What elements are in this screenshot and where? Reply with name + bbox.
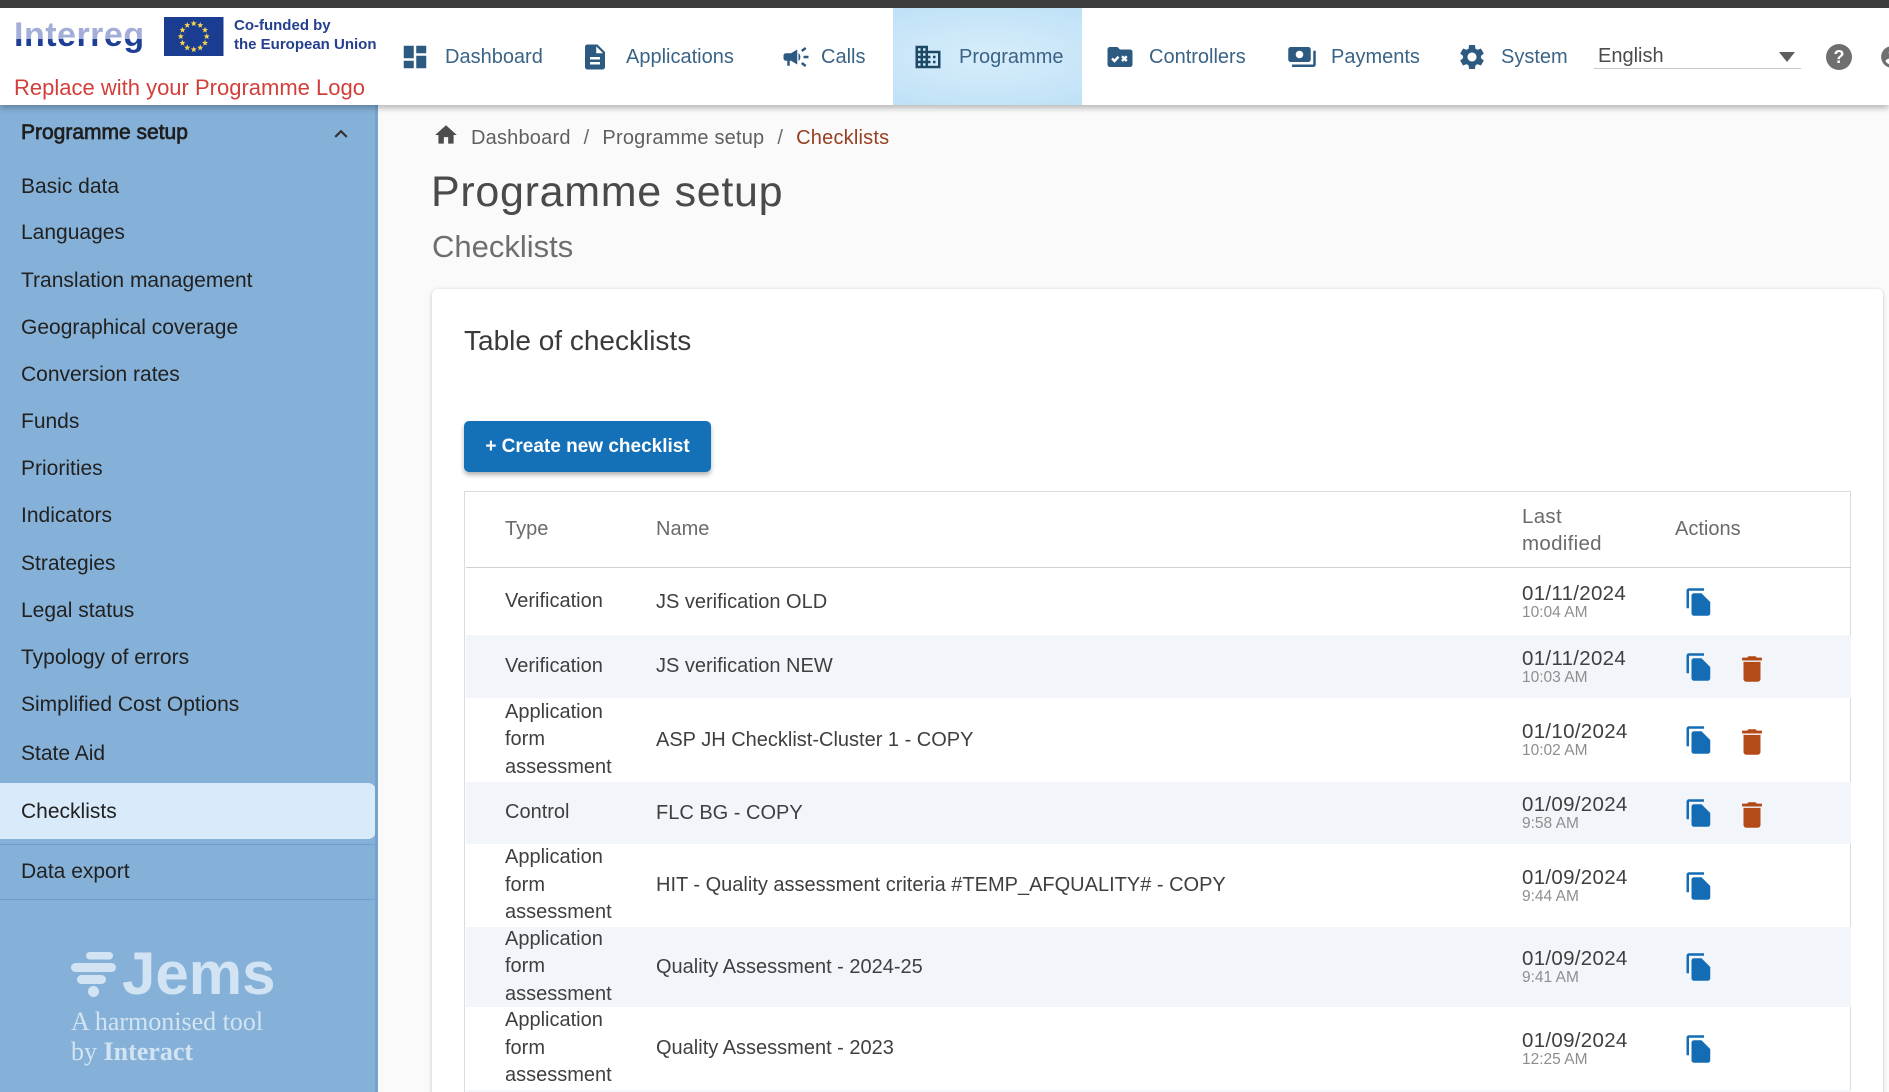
svg-text:Jems: Jems — [122, 940, 275, 1007]
svg-text:A harmonised tool: A harmonised tool — [71, 1007, 263, 1036]
svg-text:by Interact: by Interact — [71, 1037, 193, 1066]
